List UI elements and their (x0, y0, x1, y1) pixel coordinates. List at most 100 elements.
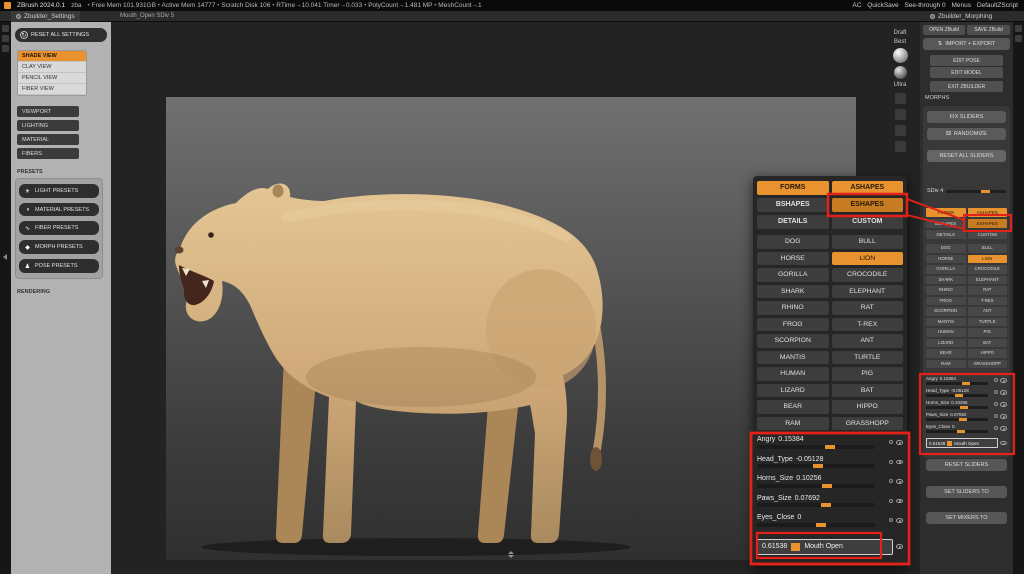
slider-options-icon[interactable] (889, 499, 893, 503)
shelf-icon[interactable] (895, 125, 906, 136)
view-mode-button[interactable]: SHADE VIEW (18, 51, 86, 62)
visibility-eye-icon[interactable] (1000, 441, 1007, 446)
animal-preset-button[interactable]: CROCODILE (832, 268, 904, 282)
view-mode-button[interactable]: PENCIL VIEW (18, 73, 86, 84)
titlebar-menu-item[interactable]: DefaultZScript (975, 2, 1020, 9)
morph-category-tab[interactable]: ESHAPES (968, 219, 1008, 228)
morph-category-tab[interactable]: ASHAPES (832, 181, 904, 195)
animal-preset-button[interactable]: SHARK (757, 285, 829, 299)
set-sliders-to-button[interactable]: SET SLIDERS TO (926, 486, 1007, 498)
visibility-eye-icon[interactable] (896, 440, 903, 445)
tab-zbuilder-morphing[interactable]: Zbuilder_Morphing (925, 11, 997, 22)
morph-category-tab[interactable]: FORMS (757, 181, 829, 195)
mouth-open-slider-mini[interactable]: 0.61538 Mouth Open (926, 438, 1007, 448)
animal-preset-button[interactable]: RAM (926, 360, 966, 369)
slider-track[interactable] (926, 394, 988, 397)
import-export-button[interactable]: ⇅ IMPORT + EXPORT (923, 38, 1010, 50)
slider-track[interactable] (926, 430, 988, 433)
visibility-eye-icon[interactable] (1000, 414, 1007, 419)
animal-preset-button[interactable]: ELEPHANT (832, 285, 904, 299)
morph-slider-row[interactable]: Angry 0.15384 (757, 436, 903, 456)
collapse-arrow-icon[interactable] (3, 254, 7, 260)
animal-preset-button[interactable]: RAT (832, 301, 904, 315)
animal-preset-button[interactable]: ANT (832, 334, 904, 348)
sdiv-notch[interactable] (981, 190, 990, 193)
titlebar-menu-item[interactable]: QuickSave (865, 2, 900, 9)
matcap-sphere-icon[interactable] (894, 66, 907, 79)
panel-section-header[interactable]: FIBERS (17, 148, 79, 159)
material-sphere-icon[interactable] (893, 48, 908, 63)
visibility-eye-icon[interactable] (896, 460, 903, 465)
visibility-eye-icon[interactable] (896, 518, 903, 523)
animal-preset-button[interactable]: DOG (757, 235, 829, 249)
visibility-eye-icon[interactable] (1000, 378, 1007, 383)
animal-preset-button[interactable]: RHINO (926, 286, 966, 295)
animal-preset-button[interactable]: SCORPION (757, 334, 829, 348)
animal-preset-button[interactable]: SHARK (926, 276, 966, 285)
slider-options-icon[interactable] (994, 378, 998, 382)
morph-slider-row[interactable]: Eyes_Close 0 (926, 424, 1007, 436)
draft-render-button[interactable]: Draft (893, 30, 906, 36)
fix-sliders-button[interactable]: FIX SLIDERS (927, 111, 1006, 123)
slider-track[interactable] (757, 484, 875, 488)
animal-preset-button[interactable]: LION (832, 252, 904, 266)
slider-options-icon[interactable] (994, 390, 998, 394)
reset-sliders-button[interactable]: RESET SLIDERS (926, 459, 1007, 471)
animal-preset-button[interactable]: LIZARD (926, 339, 966, 348)
slider-track[interactable] (926, 406, 988, 409)
animal-preset-button[interactable]: HORSE (757, 252, 829, 266)
morph-category-tab[interactable]: FORMS (926, 208, 966, 217)
slider-options-icon[interactable] (994, 426, 998, 430)
slider-options-icon[interactable] (889, 440, 893, 444)
animal-preset-button[interactable]: T-REX (832, 318, 904, 332)
animal-preset-button[interactable]: HIPPO (832, 400, 904, 414)
slider-notch[interactable] (816, 523, 826, 527)
animal-preset-button[interactable]: T-REX (968, 297, 1008, 306)
animal-preset-button[interactable]: HUMAN (926, 328, 966, 337)
slider-options-icon[interactable] (889, 460, 893, 464)
animal-preset-button[interactable]: TURTLE (832, 351, 904, 365)
animal-preset-button[interactable]: FROG (926, 297, 966, 306)
randomize-button[interactable]: ⚄ RANDOMIZE (927, 128, 1006, 140)
animal-preset-button[interactable]: GRASSHOPP (968, 360, 1008, 369)
animal-preset-button[interactable]: DOG (926, 244, 966, 253)
animal-preset-button[interactable]: PIG (968, 328, 1008, 337)
animal-preset-button[interactable]: RAM (757, 417, 829, 431)
animal-preset-button[interactable]: SCORPION (926, 307, 966, 316)
visibility-eye-icon[interactable] (1000, 390, 1007, 395)
slider-notch[interactable] (821, 503, 831, 507)
panel-section-header[interactable]: VIEWPORT (17, 106, 79, 117)
slider-notch[interactable] (962, 382, 970, 385)
morph-category-tab[interactable]: BSHAPES (926, 219, 966, 228)
animal-preset-button[interactable]: ANT (968, 307, 1008, 316)
dock-icon[interactable] (1015, 35, 1022, 42)
slider-options-icon[interactable] (889, 518, 893, 522)
animal-preset-button[interactable]: ELEPHANT (968, 276, 1008, 285)
edit-pose-button[interactable]: EDIT POSE (930, 55, 1003, 66)
titlebar-menu-item[interactable]: See-through 0 (902, 2, 947, 9)
open-zbuild-button[interactable]: OPEN ZBuild (923, 25, 965, 35)
animal-preset-button[interactable]: MANTIS (926, 318, 966, 327)
scroll-down-icon[interactable] (508, 555, 514, 558)
visibility-eye-icon[interactable] (896, 499, 903, 504)
titlebar-menu-item[interactable]: AC (850, 2, 863, 9)
mouth-open-slider[interactable]: 0.61538 Mouth Open (757, 539, 903, 555)
slider-notch[interactable] (791, 543, 800, 551)
morph-category-tab[interactable]: DETAILS (926, 230, 966, 239)
animal-preset-button[interactable]: GORILLA (926, 265, 966, 274)
canvas-scroll-arrows[interactable] (508, 551, 514, 558)
preset-button[interactable]: ∿ FIBER PRESETS (19, 221, 99, 235)
morph-category-tab[interactable]: ASHAPES (968, 208, 1008, 217)
morph-category-tab[interactable]: CUSTOM (968, 230, 1008, 239)
morph-slider-row[interactable]: Horns_Size 0.10256 (757, 475, 903, 495)
preset-button[interactable]: ☀ LIGHT PRESETS (19, 184, 99, 198)
slider-notch[interactable] (957, 430, 965, 433)
preset-button[interactable]: ◆ MORPH PRESETS (19, 240, 99, 254)
best-render-button[interactable]: Best (894, 39, 906, 45)
morph-category-tab[interactable]: ESHAPES (832, 198, 904, 212)
animal-preset-button[interactable]: GORILLA (757, 268, 829, 282)
shelf-icon[interactable] (895, 109, 906, 120)
dock-icon[interactable] (1015, 25, 1022, 32)
animal-preset-button[interactable]: RHINO (757, 301, 829, 315)
morph-category-tab[interactable]: DETAILS (757, 215, 829, 229)
